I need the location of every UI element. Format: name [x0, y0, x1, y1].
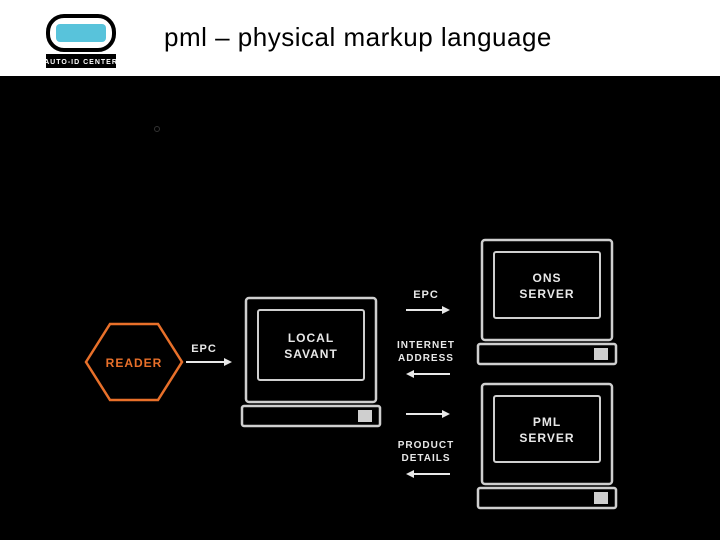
slide-root: AUTO-ID CENTER pml – physical markup lan… — [0, 0, 720, 540]
bullet-dot-icon — [154, 126, 160, 132]
header: AUTO-ID CENTER pml – physical markup lan… — [0, 0, 720, 76]
ons-label-2: SERVER — [519, 287, 574, 301]
ons-label-1: ONS — [532, 271, 561, 285]
pml-server-node: PML SERVER — [478, 384, 616, 508]
bullet-main: Language for describing physical objects — [176, 116, 571, 143]
pml-label-1: PML — [533, 415, 561, 429]
epc-label-1: EPC — [191, 343, 217, 355]
flow-product-1: PRODUCT — [398, 440, 454, 451]
flow-epc: EPC — [413, 289, 439, 301]
bullet-block: Language for describing physical objects… — [154, 116, 594, 170]
flow-internet-1: INTERNET — [397, 340, 455, 351]
pml-label-2: SERVER — [519, 431, 574, 445]
local-savant-label-2: SAVANT — [284, 347, 338, 361]
system-diagram: READER EPC LOCAL SAVANT EPC — [64, 232, 656, 518]
ons-server-node: ONS SERVER — [478, 240, 616, 364]
flow-internet-2: ADDRESS — [398, 353, 454, 364]
local-savant-label-1: LOCAL — [288, 331, 334, 345]
local-savant-node: LOCAL SAVANT — [242, 298, 380, 426]
arrow-reader-to-savant: EPC — [186, 343, 232, 366]
bullet-sub: classification and categorization — [182, 147, 594, 170]
logo-text: AUTO-ID CENTER — [46, 59, 116, 66]
reader-node: READER — [86, 324, 182, 400]
auto-id-logo: AUTO-ID CENTER — [46, 14, 116, 68]
page-title: pml – physical markup language — [164, 22, 552, 53]
center-flows: EPC INTERNET ADDRESS PRODUCT DETAILS — [397, 289, 455, 478]
reader-label: READER — [106, 356, 163, 370]
flow-product-2: DETAILS — [401, 453, 450, 464]
